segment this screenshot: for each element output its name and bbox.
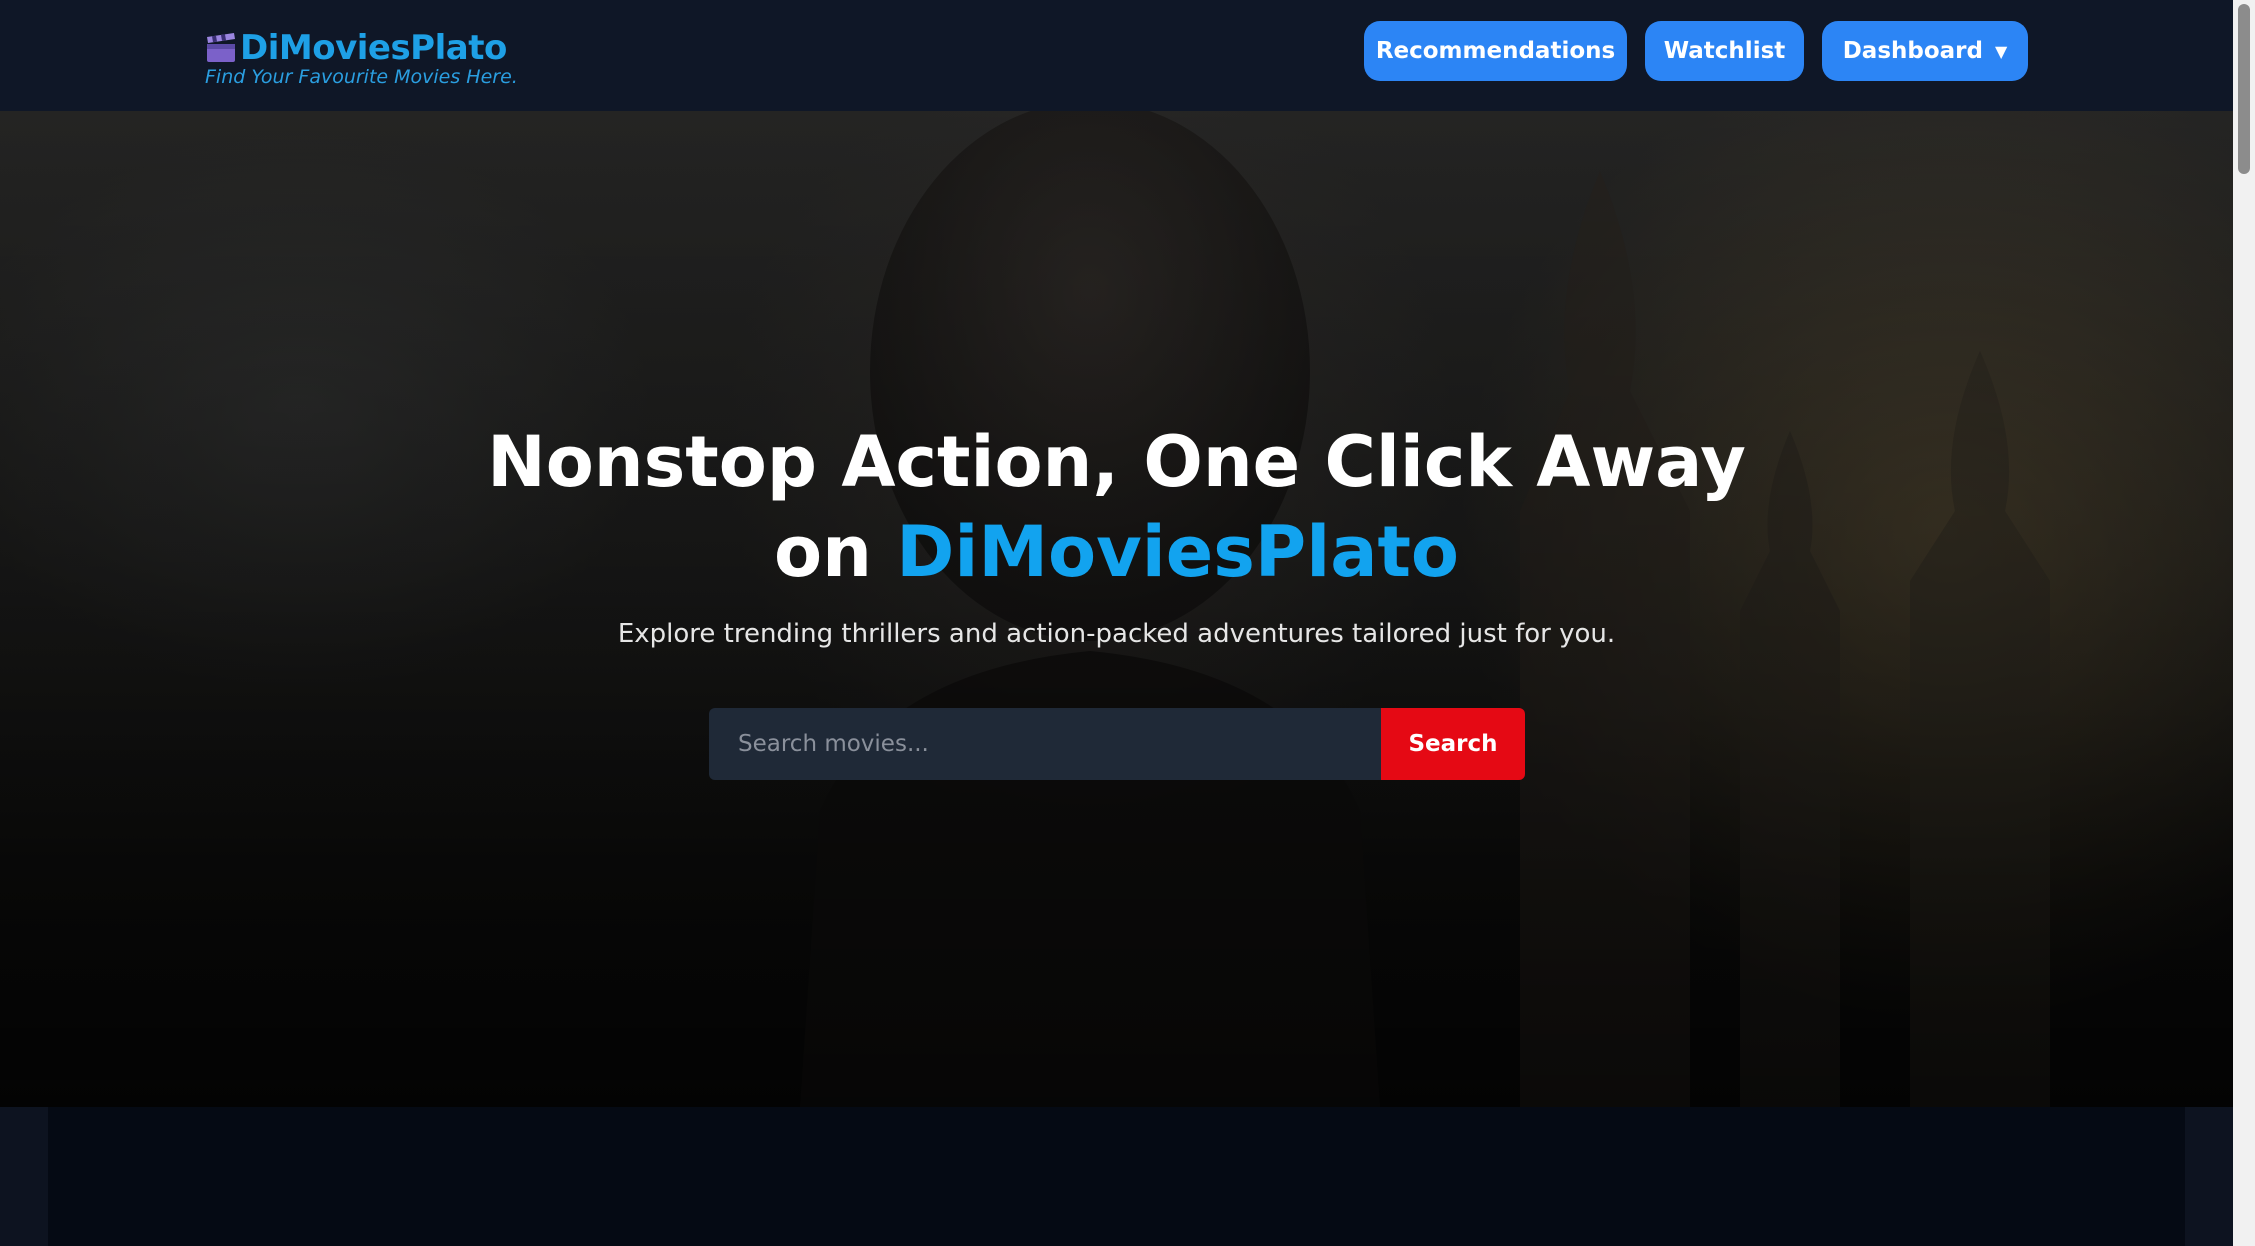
hero-title: Nonstop Action, One Click Away on DiMovi… — [0, 417, 2233, 597]
navbar: DiMoviesPlato Find Your Favourite Movies… — [0, 0, 2233, 111]
hero-title-line1: Nonstop Action, One Click Away — [487, 421, 1746, 503]
dashboard-dropdown-button[interactable]: Dashboard ▼ — [1822, 21, 2028, 81]
dashboard-label: Dashboard — [1842, 38, 1983, 64]
page-scrollbar[interactable] — [2233, 0, 2255, 1246]
hero-banner: Nonstop Action, One Click Away on DiMovi… — [0, 111, 2233, 1107]
recommendations-label: Recommendations — [1375, 38, 1616, 64]
search-input[interactable] — [709, 708, 1381, 780]
search-bar: Search — [709, 708, 1525, 780]
content-panel — [48, 1107, 2185, 1246]
hero-title-accent: DiMoviesPlato — [896, 511, 1459, 593]
hero-subtitle: Explore trending thrillers and action-pa… — [617, 619, 1616, 649]
brand-tagline: Find Your Favourite Movies Here. — [205, 66, 518, 88]
watchlist-button[interactable]: Watchlist — [1645, 21, 1804, 81]
watchlist-label: Watchlist — [1663, 38, 1786, 64]
content-section — [0, 1107, 2233, 1246]
brand-logo[interactable]: DiMoviesPlato Find Your Favourite Movies… — [205, 26, 518, 94]
page: DiMoviesPlato Find Your Favourite Movies… — [0, 0, 2255, 1246]
clapperboard-icon — [205, 32, 237, 64]
search-button[interactable]: Search — [1381, 708, 1525, 780]
hero-content: Nonstop Action, One Click Away on DiMovi… — [0, 417, 2233, 649]
caret-down-icon: ▼ — [1994, 41, 2008, 61]
nav-buttons: Recommendations Watchlist Dashboard ▼ — [1364, 21, 2028, 81]
scrollbar-thumb[interactable] — [2238, 4, 2250, 174]
hero-title-line2-prefix: on — [774, 511, 897, 593]
brand-row: DiMoviesPlato — [205, 26, 518, 70]
recommendations-button[interactable]: Recommendations — [1364, 21, 1627, 81]
brand-title: DiMoviesPlato — [240, 28, 507, 68]
